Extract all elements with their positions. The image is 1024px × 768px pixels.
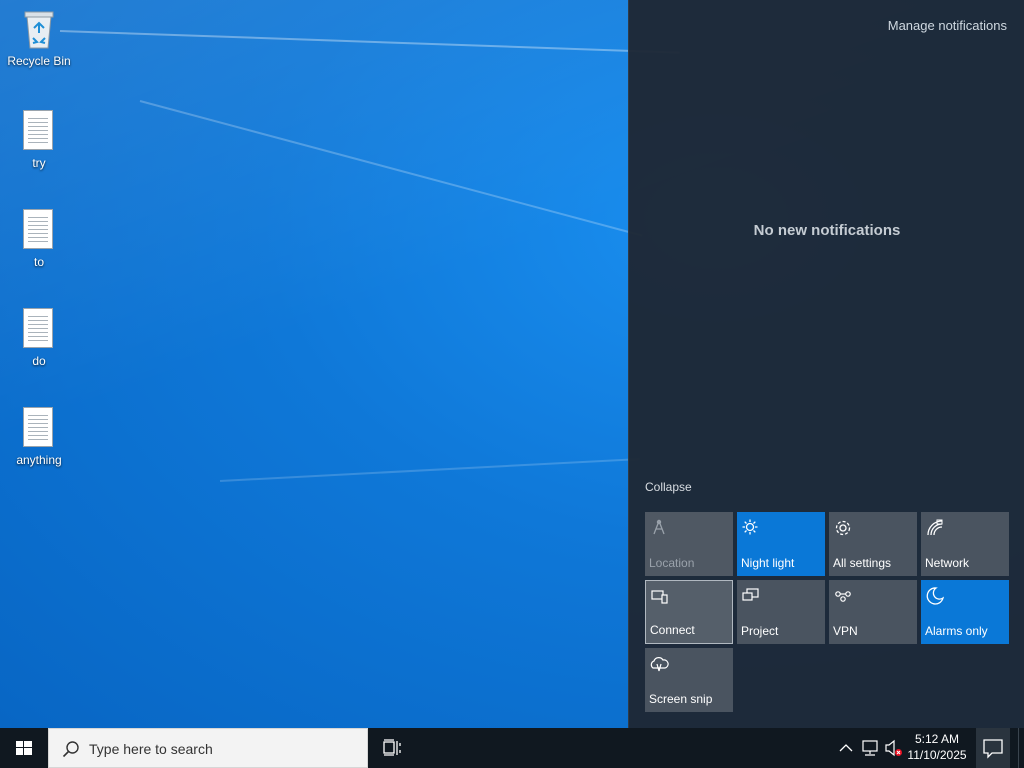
desktop-icon-try[interactable]: try: [1, 108, 77, 170]
recycle-bin-icon: [15, 6, 63, 52]
location-icon: [653, 519, 665, 535]
quick-action-label: Connect: [650, 623, 695, 637]
desktop-icon-anything[interactable]: anything: [1, 405, 77, 467]
quick-action-label: Screen snip: [649, 692, 713, 706]
start-button[interactable]: [0, 728, 48, 768]
connect-icon: [651, 590, 668, 604]
text-file-icon: [15, 108, 63, 154]
quick-action-label: Location: [649, 556, 695, 570]
quick-action-all-settings[interactable]: All settings: [829, 512, 917, 576]
brightness-icon: [742, 519, 758, 535]
volume-muted-icon: [885, 739, 902, 757]
quick-action-location[interactable]: Location: [645, 512, 733, 576]
action-center-button[interactable]: [976, 728, 1010, 768]
desktop-icon-recycle-bin[interactable]: Recycle Bin: [1, 6, 77, 68]
quick-action-alarms-only[interactable]: Alarms only: [921, 580, 1009, 644]
wallpaper-light-beam: [139, 100, 643, 237]
windows-logo-icon: [16, 741, 32, 755]
search-icon: [62, 741, 79, 758]
project-icon: [742, 588, 759, 601]
quick-action-label: Network: [925, 556, 970, 570]
screen-snip-icon: [650, 657, 669, 672]
desktop-icon-label: to: [33, 255, 44, 269]
clock-time: 5:12 AM: [914, 732, 960, 746]
quick-action-label: Project: [741, 624, 779, 638]
manage-notifications-link[interactable]: Manage notifications: [888, 18, 1007, 33]
text-file-icon: [15, 207, 63, 253]
task-view-button[interactable]: [372, 728, 412, 768]
search-placeholder: Type here to search: [89, 741, 213, 757]
wallpaper-light-beam: [59, 30, 680, 54]
desktop-icon-do[interactable]: do: [1, 306, 77, 368]
vpn-icon: [835, 591, 851, 602]
network-tray-button[interactable]: [860, 728, 882, 768]
text-file-icon: [15, 306, 63, 352]
taskbar-search-box[interactable]: Type here to search: [48, 728, 368, 768]
moon-icon: [926, 587, 945, 605]
collapse-quick-actions-link[interactable]: Collapse: [645, 480, 692, 494]
quick-action-label: VPN: [833, 624, 858, 638]
network-disconnected-icon: [862, 740, 878, 756]
task-view-icon: [383, 739, 401, 756]
desktop-icon-to[interactable]: to: [1, 207, 77, 269]
quick-action-label: Alarms only: [925, 624, 988, 638]
quick-action-label: All settings: [833, 556, 892, 570]
quick-action-network[interactable]: Network: [921, 512, 1009, 576]
taskbar-clock[interactable]: 5:12 AM 11/10/2025: [904, 731, 970, 763]
quick-action-night-light[interactable]: Night light: [737, 512, 825, 576]
wallpaper-light-beam: [219, 458, 640, 482]
show-hidden-icons-button[interactable]: [836, 728, 856, 768]
desktop-icon-label: try: [32, 156, 46, 170]
clock-date: 11/10/2025: [907, 748, 967, 762]
show-desktop-button[interactable]: [1018, 728, 1024, 768]
quick-action-screen-snip[interactable]: Screen snip: [645, 648, 733, 712]
quick-action-vpn[interactable]: VPN: [829, 580, 917, 644]
quick-action-label: Night light: [741, 556, 795, 570]
quick-action-project[interactable]: Project: [737, 580, 825, 644]
no-notifications-message: No new notifications: [753, 222, 901, 239]
notification-icon: [983, 739, 1003, 759]
action-center-panel: Manage notifications No new notification…: [628, 0, 1024, 728]
desktop-icon-label: Recycle Bin: [7, 54, 71, 68]
desktop-icon-label: anything: [16, 453, 62, 467]
gear-icon: [835, 520, 851, 536]
network-icon: [927, 519, 943, 536]
quick-action-connect[interactable]: Connect: [645, 580, 733, 644]
text-file-icon: [15, 405, 63, 451]
desktop-icon-label: do: [32, 354, 46, 368]
chevron-up-icon: [839, 744, 853, 752]
volume-tray-button[interactable]: [884, 728, 904, 768]
taskbar: Type here to search 5:12 AM 11/10/2025: [0, 728, 1024, 768]
